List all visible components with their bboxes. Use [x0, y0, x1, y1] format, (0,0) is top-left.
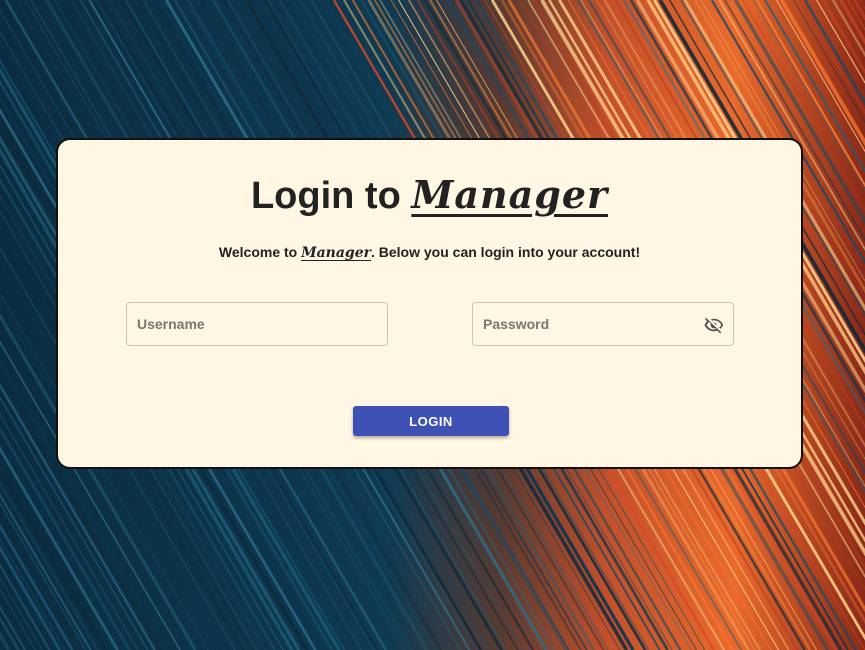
login-card: Login to Manager Welcome to Manager. Bel… [56, 138, 803, 469]
password-input[interactable] [473, 303, 733, 345]
brand-logo: Manager [411, 172, 609, 217]
page-title: Login to Manager [58, 175, 801, 217]
password-field-container [472, 302, 734, 346]
login-button[interactable]: LOGIN [353, 406, 509, 436]
welcome-message: Welcome to Manager. Below you can login … [58, 244, 801, 261]
eye-off-icon[interactable] [704, 315, 724, 335]
brand-logo-small: Manager [301, 245, 371, 261]
username-field-container [126, 302, 388, 346]
welcome-prefix: Welcome to [218, 244, 302, 260]
title-prefix: Login to [250, 175, 412, 217]
welcome-suffix: . Below you can login into your account! [370, 244, 641, 260]
username-input[interactable] [127, 303, 387, 345]
